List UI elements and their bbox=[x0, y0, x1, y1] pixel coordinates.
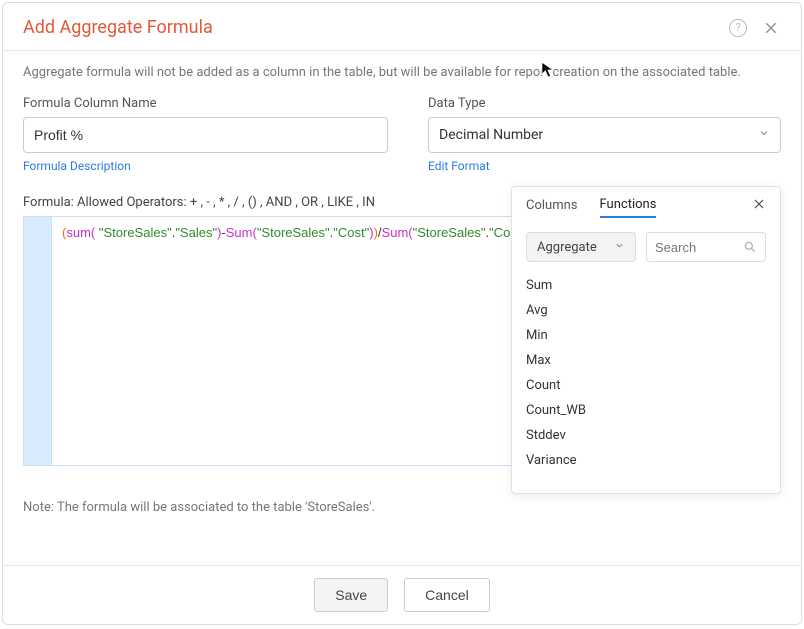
formula-code[interactable]: (sum( "StoreSales"."Sales")-Sum("StoreSa… bbox=[52, 217, 566, 465]
tok: "Cost" bbox=[333, 225, 369, 240]
close-icon[interactable] bbox=[761, 18, 781, 38]
function-item[interactable]: Variance bbox=[526, 449, 766, 472]
edit-format-link[interactable]: Edit Format bbox=[428, 159, 781, 173]
tok: "Sales" bbox=[175, 225, 217, 240]
info-text: Aggregate formula will not be added as a… bbox=[23, 65, 781, 80]
dialog-header: Add Aggregate Formula ? bbox=[3, 3, 801, 51]
function-item[interactable]: Sum bbox=[526, 274, 766, 297]
function-item[interactable]: Min bbox=[526, 324, 766, 347]
tab-columns[interactable]: Columns bbox=[526, 198, 578, 217]
function-item[interactable]: Count bbox=[526, 374, 766, 397]
search-wrapper bbox=[646, 232, 766, 262]
tab-functions[interactable]: Functions bbox=[600, 197, 657, 218]
function-list: Sum Avg Min Max Count Count_WB Stddev Va… bbox=[526, 274, 766, 472]
tok: Sum( bbox=[382, 225, 413, 240]
data-type-label: Data Type bbox=[428, 96, 781, 111]
tok: "StoreSales" bbox=[99, 225, 172, 240]
chevron-down-icon bbox=[614, 240, 625, 255]
data-type-select[interactable]: Decimal Number bbox=[428, 117, 781, 153]
header-actions: ? bbox=[729, 18, 781, 38]
panel-tabs: Columns Functions bbox=[526, 197, 766, 218]
panel-close-icon[interactable] bbox=[752, 197, 766, 215]
note-text: Note: The formula will be associated to … bbox=[23, 500, 781, 515]
search-icon bbox=[743, 240, 757, 254]
dialog-footer: Save Cancel bbox=[3, 565, 801, 624]
formula-name-label: Formula Column Name bbox=[23, 96, 388, 111]
category-select[interactable]: Aggregate bbox=[526, 232, 636, 262]
editor-gutter bbox=[24, 217, 52, 465]
function-item[interactable]: Count_WB bbox=[526, 399, 766, 422]
data-type-value: Decimal Number bbox=[439, 127, 543, 143]
help-icon[interactable]: ? bbox=[729, 19, 747, 37]
function-item[interactable]: Avg bbox=[526, 299, 766, 322]
tok: Sum( bbox=[226, 225, 257, 240]
dialog-title: Add Aggregate Formula bbox=[23, 17, 213, 38]
field-row: Formula Column Name Formula Description … bbox=[23, 96, 781, 173]
formula-description-link[interactable]: Formula Description bbox=[23, 159, 388, 173]
cancel-button[interactable]: Cancel bbox=[404, 578, 490, 612]
category-value: Aggregate bbox=[537, 240, 597, 255]
tok: sum( bbox=[66, 225, 95, 240]
formula-name-input[interactable] bbox=[23, 117, 388, 153]
tok: "StoreSales" bbox=[413, 225, 486, 240]
function-item[interactable]: Max bbox=[526, 349, 766, 372]
chevron-down-icon bbox=[758, 127, 770, 143]
dialog: Add Aggregate Formula ? Aggregate formul… bbox=[2, 2, 802, 625]
save-button[interactable]: Save bbox=[314, 578, 388, 612]
data-type-col: Data Type Decimal Number Edit Format bbox=[428, 96, 781, 173]
functions-panel: Columns Functions Aggregate bbox=[511, 186, 781, 494]
tok: "StoreSales" bbox=[257, 225, 330, 240]
panel-filter-row: Aggregate bbox=[526, 232, 766, 262]
search-input[interactable] bbox=[655, 240, 743, 255]
function-item[interactable]: Stddev bbox=[526, 424, 766, 447]
formula-name-col: Formula Column Name Formula Description bbox=[23, 96, 388, 173]
